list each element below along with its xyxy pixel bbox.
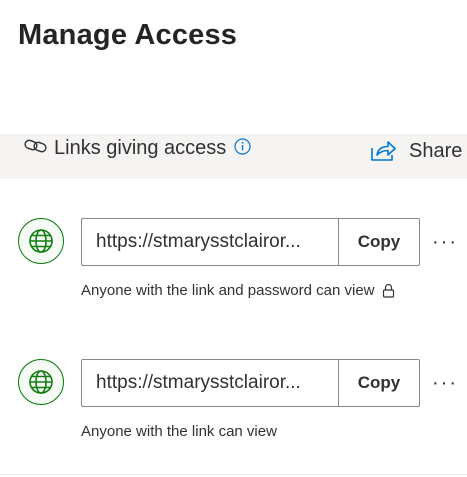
more-options-button[interactable]: ··· (430, 373, 460, 393)
link-permission-description: Anyone with the link can view (81, 423, 277, 440)
link-permission-text: Anyone with the link can view (81, 423, 277, 440)
link-url-field[interactable]: https://stmarysstclairor... (81, 218, 339, 266)
more-options-button[interactable]: ··· (430, 232, 460, 252)
share-button[interactable]: Share (370, 137, 462, 165)
link-item: https://stmarysstclairor... Copy ··· Any… (0, 218, 467, 318)
share-icon (371, 141, 396, 161)
links-section-header: Links giving access Share (0, 134, 467, 179)
link-url-field[interactable]: https://stmarysstclairor... (81, 359, 339, 407)
copy-link-button[interactable]: Copy (338, 218, 420, 266)
page-title: Manage Access (18, 19, 238, 51)
links-giving-access-label: Links giving access (54, 137, 227, 159)
divider (0, 474, 467, 475)
link-item: https://stmarysstclairor... Copy ··· Any… (0, 359, 467, 459)
link-permission-description: Anyone with the link and password can vi… (81, 282, 395, 299)
link-icon (24, 139, 47, 153)
info-icon[interactable] (234, 138, 251, 155)
manage-access-panel: Manage Access Links giving access Share (0, 0, 467, 477)
link-permission-text: Anyone with the link and password can vi… (81, 282, 375, 299)
copy-link-button[interactable]: Copy (338, 359, 420, 407)
globe-icon (18, 359, 64, 405)
share-label: Share (409, 139, 463, 162)
lock-icon (382, 283, 394, 298)
globe-icon (18, 218, 64, 264)
